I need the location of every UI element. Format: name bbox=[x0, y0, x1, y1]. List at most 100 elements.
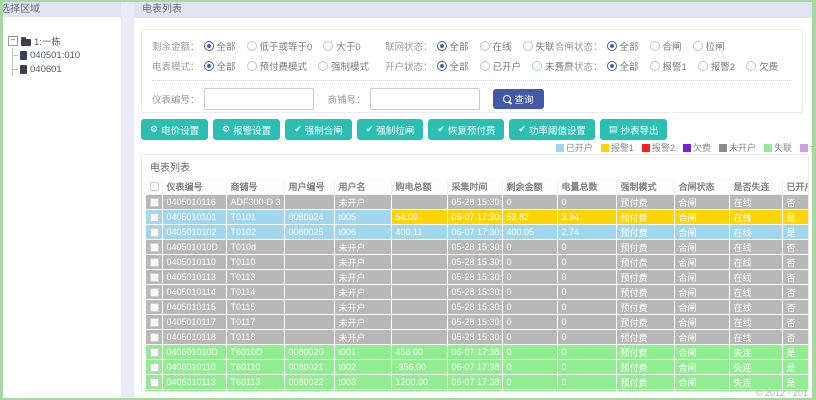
row-checkbox[interactable] bbox=[150, 228, 159, 238]
radio-option[interactable]: 大于0 bbox=[323, 39, 361, 53]
sidebar-title: 选择区域 bbox=[3, 2, 121, 17]
table-cell: 合闸 bbox=[674, 269, 730, 285]
meter-number-input[interactable] bbox=[203, 88, 314, 110]
row-checkbox[interactable] bbox=[150, 363, 159, 373]
table-cell: 预付费 bbox=[616, 224, 675, 240]
table-row[interactable]: 0405010114T0114未开户05-28 15:30:0000预付费合闸在… bbox=[146, 284, 808, 300]
radio-option[interactable]: 失联 bbox=[522, 39, 555, 53]
row-checkbox[interactable] bbox=[150, 258, 159, 268]
radio-option[interactable]: 强制模式 bbox=[318, 59, 369, 73]
toolbar-button-强制拉闸[interactable]: ✔ 强制拉闸 bbox=[356, 119, 424, 140]
table-row[interactable]: 040501010DT010d未开户05-28 15:30:0000预付费合闸在… bbox=[146, 239, 808, 255]
radio-option-label: 全部 bbox=[216, 42, 236, 53]
table-cell: 05-28 15:30:00 bbox=[447, 314, 503, 330]
table-row[interactable]: 0406010114T601140080021t002600.0006-07 1… bbox=[146, 389, 808, 391]
table-row[interactable]: 0406010113 T60113 0080022 t003 1200.00 06-07 … bbox=[146, 374, 808, 390]
radio-option[interactable]: 报警2 bbox=[697, 59, 735, 73]
table-row[interactable]: 0405010101 T0101 0080024 t005 54.09 06-07 17:… bbox=[146, 209, 808, 225]
radio-option-label: 大于0 bbox=[336, 42, 361, 53]
radio-option[interactable]: 全部 bbox=[203, 39, 236, 53]
row-checkbox[interactable] bbox=[150, 318, 159, 328]
select-all-checkbox[interactable] bbox=[150, 182, 159, 192]
row-checkbox[interactable] bbox=[150, 333, 159, 343]
area-tree: − 1:一栋 040501:010 040601 bbox=[3, 17, 121, 76]
radio-option[interactable]: 全部 bbox=[606, 59, 639, 73]
radio-option[interactable]: 已开户 bbox=[479, 59, 521, 73]
table-row[interactable]: 0405010118T0118未开户05-28 15:30:0000预付费合闸在… bbox=[146, 329, 808, 345]
shop-number-input[interactable] bbox=[369, 88, 480, 110]
toolbar-button-恢复预付费[interactable]: ✔ 恢复预付费 bbox=[428, 119, 505, 140]
table-cell: 是 bbox=[782, 209, 808, 225]
table-row[interactable]: 0405010115T0115未开户05-28 15:30:0000预付费合闸在… bbox=[146, 299, 808, 315]
table-row[interactable]: 040601010D T6010D 0080020 t001 456.00 06-07 1… bbox=[146, 344, 808, 360]
table-cell bbox=[391, 329, 448, 345]
radio-option[interactable]: 全部 bbox=[606, 39, 639, 53]
toolbar-button-强制合闸[interactable]: ✔ 强制合闸 bbox=[285, 119, 352, 140]
legend-label: 失联 bbox=[773, 143, 792, 153]
tree-node[interactable]: 040501:010 bbox=[13, 48, 119, 62]
column-header: 合闸状态 bbox=[674, 178, 730, 195]
table-cell: 0 bbox=[557, 254, 617, 270]
radio-option[interactable]: 合闸 bbox=[649, 39, 682, 53]
radio-option[interactable]: 全部 bbox=[203, 59, 236, 73]
search-icon bbox=[502, 95, 511, 103]
table-row[interactable]: 0405010110T0110未开户05-28 15:30:0000预付费合闸在… bbox=[146, 254, 808, 270]
table-row[interactable]: 0406010110 T60110 0080021 t002 -956.00 06-07 … bbox=[146, 359, 808, 375]
collapse-icon[interactable]: − bbox=[8, 36, 18, 46]
toolbar-button-label: 报警设置 bbox=[233, 125, 272, 137]
legend-color-swatch bbox=[718, 143, 727, 152]
query-button[interactable]: 查询 bbox=[492, 89, 544, 109]
radio-option[interactable]: 在线 bbox=[479, 39, 512, 53]
table-cell: T0110 bbox=[226, 254, 285, 270]
table-row[interactable]: 0405010117T0117未开户05-28 15:30:0000预付费合闸在… bbox=[146, 314, 808, 330]
row-checkbox[interactable] bbox=[150, 348, 159, 358]
radio-option[interactable]: 拉闸 bbox=[692, 39, 725, 53]
radio-option[interactable]: 报警1 bbox=[649, 59, 687, 73]
table-cell: -956.00 bbox=[391, 359, 448, 375]
table-cell: 合闸 bbox=[674, 254, 730, 270]
toolbar-button-抄表导出[interactable]: ▤ 抄表导出 bbox=[599, 119, 668, 140]
radio-option[interactable]: 欠费 bbox=[746, 59, 778, 73]
table-cell: 06-07 17:38:00 bbox=[447, 389, 503, 391]
table-cell: 0 bbox=[557, 344, 617, 360]
radio-icon bbox=[522, 41, 533, 51]
tree-node[interactable]: 040601 bbox=[13, 62, 119, 76]
table-row[interactable]: 0405010102 T0102 0080025 t006 400.11 06-07 17… bbox=[146, 224, 808, 240]
meter-table: 仪表编号 商铺号 用户编号 用户名 购电总额 采集时间 剩余金额 电量总数 强制模式 合闸状态 是否… bbox=[146, 178, 808, 391]
table-row[interactable]: 0405010113T0113未开户05-28 15:30:0000预付费合闸在… bbox=[146, 269, 808, 285]
tree-node-label: 040501:010 bbox=[30, 49, 81, 61]
toolbar-button-电价设置[interactable]: ⚙ 电价设置 bbox=[141, 119, 209, 140]
toolbar-button-报警设置[interactable]: ⚙ 报警设置 bbox=[213, 119, 281, 140]
radio-icon bbox=[246, 61, 257, 71]
row-checkbox[interactable] bbox=[150, 243, 159, 253]
table-cell: 0 bbox=[502, 344, 558, 360]
table-cell bbox=[284, 284, 335, 300]
check-icon: ✔ bbox=[365, 124, 374, 134]
row-checkbox[interactable] bbox=[150, 213, 159, 223]
radio-option[interactable]: 低于或等于0 bbox=[246, 39, 312, 53]
radio-option[interactable]: 全部 bbox=[436, 39, 469, 53]
toolbar-button-功率阈值设置[interactable]: ✔ 功率阈值设置 bbox=[509, 119, 595, 140]
table-cell: 0405010110 bbox=[162, 254, 227, 270]
legend-item: 报警1 bbox=[600, 141, 634, 154]
check-icon: ✔ bbox=[437, 124, 445, 134]
row-checkbox[interactable] bbox=[150, 273, 159, 283]
table-cell: 0 bbox=[557, 299, 617, 315]
filter-group: 联网状态： 全部 在线 失联 bbox=[385, 39, 555, 53]
row-checkbox-cell bbox=[146, 254, 163, 270]
gear-icon: ⚙ bbox=[222, 124, 231, 134]
row-checkbox[interactable] bbox=[150, 303, 159, 313]
row-checkbox[interactable] bbox=[150, 288, 159, 298]
table-cell: 预付费 bbox=[616, 209, 675, 225]
table-cell: 456.00 bbox=[391, 344, 448, 360]
row-checkbox[interactable] bbox=[150, 198, 159, 208]
legend-label: 未开户 bbox=[728, 143, 756, 153]
tree-node-root[interactable]: − 1:一栋 bbox=[8, 34, 119, 48]
row-checkbox[interactable] bbox=[150, 378, 159, 388]
row-checkbox-cell bbox=[146, 284, 163, 300]
radio-option[interactable]: 预付费模式 bbox=[246, 59, 307, 73]
table-cell: 合闸 bbox=[674, 389, 730, 391]
filter-label: 开户状态： bbox=[385, 62, 433, 73]
table-row[interactable]: 0405010116ADF300-D 3未开户05-28 15:30:0000预… bbox=[146, 194, 808, 210]
radio-option[interactable]: 全部 bbox=[436, 59, 469, 73]
